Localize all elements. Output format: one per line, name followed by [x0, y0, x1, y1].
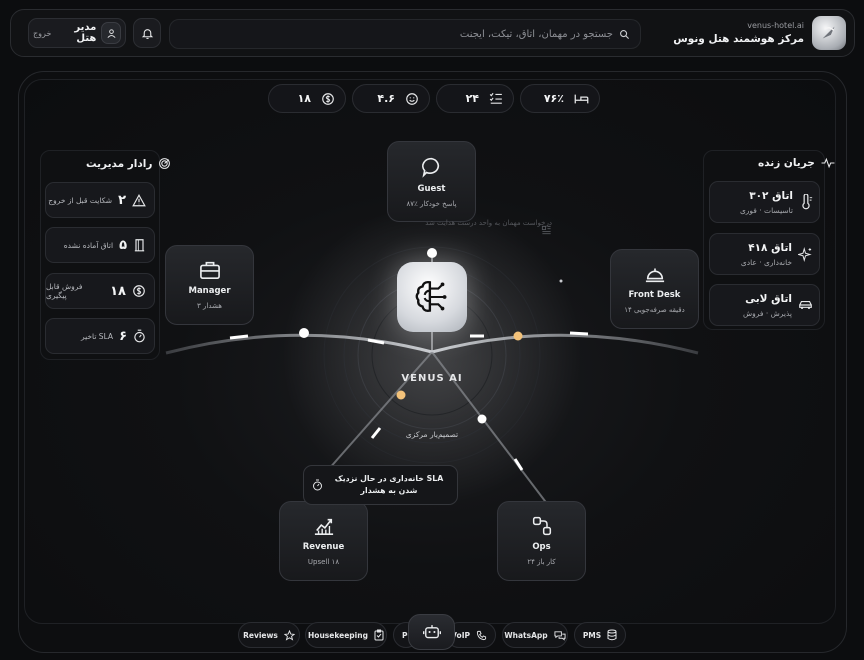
radar-item-complaints[interactable]: شکایت قبل از خروج ۲	[45, 182, 155, 218]
node-sub: ۳ هشدار	[197, 302, 222, 310]
live-item-title: اتاق ۳۰۲	[749, 189, 793, 202]
timer-icon	[312, 479, 323, 491]
stat-value: ۷۶٪	[543, 92, 564, 105]
stat-value: ۴.۶	[377, 92, 395, 105]
radar-item-sales[interactable]: فروش قابل پیگیری ۱۸	[45, 273, 155, 309]
dollar-icon	[132, 284, 146, 298]
node-revenue[interactable]: Revenue Upsell ۱۸	[279, 501, 368, 581]
stat-value: ۲۴	[465, 92, 479, 105]
timer-icon	[133, 329, 146, 343]
thermometer-icon	[799, 194, 813, 210]
radar-item-count: ۲	[118, 192, 126, 208]
clipboard-icon	[374, 629, 384, 641]
node-sub: ۸۷٪ پاسخ خودکار	[406, 199, 457, 208]
live-item-418[interactable]: اتاق ۴۱۸ خانه‌داری · عادی	[709, 233, 820, 275]
car-icon	[798, 299, 813, 311]
radar-item-label: شکایت قبل از خروج	[48, 195, 113, 205]
dock-label: Reviews	[243, 630, 278, 640]
stat-sales[interactable]: ۱۸	[268, 84, 346, 113]
dock-whatsapp[interactable]: WhatsApp	[502, 622, 568, 648]
node-name: Front Desk	[628, 290, 681, 300]
brain-circuit-icon	[411, 276, 453, 318]
radar-icon	[158, 157, 171, 170]
phone-icon	[476, 630, 487, 641]
live-item-lobby[interactable]: اتاق لابی پذیرش · فروش	[709, 284, 820, 326]
node-front-desk[interactable]: Front Desk ۱۴ دقیقه صرفه‌جویی	[610, 249, 699, 329]
smile-icon	[405, 92, 419, 106]
radar-item-count: ۱۸	[110, 283, 126, 299]
sla-alert[interactable]: SLA خانه‌داری در حال نزدیک شدن به هشدار	[303, 465, 458, 505]
node-name: Manager	[188, 286, 231, 296]
stat-satisfaction[interactable]: ۴.۶	[352, 84, 430, 113]
checklist-icon	[489, 92, 503, 105]
bed-icon	[574, 93, 589, 105]
live-item-sub: خانه‌داری · عادی	[740, 257, 792, 267]
dock-reviews[interactable]: Reviews	[238, 622, 300, 648]
dollar-icon	[321, 92, 335, 106]
radar-item-label: اتاق آماده نشده	[63, 240, 114, 250]
sparkle-icon	[798, 246, 813, 262]
live-item-title: اتاق ۴۱۸	[748, 241, 792, 254]
chart-up-icon	[313, 516, 335, 536]
node-name: Ops	[532, 542, 551, 552]
radar-item-rooms[interactable]: اتاق آماده نشده ۵	[45, 227, 155, 263]
door-icon	[133, 238, 146, 252]
stat-value: ۱۸	[297, 92, 311, 105]
workflow-icon	[532, 516, 552, 536]
live-title: جریان زنده	[758, 157, 815, 169]
robot-icon	[422, 624, 441, 640]
service-bell-icon	[644, 264, 666, 284]
node-sub: ۱۴ دقیقه صرفه‌جویی	[624, 306, 685, 314]
ghost-event-text: درخواست مهمان به واحد درست هدایت شد	[425, 219, 552, 227]
radar-item-label: تاخیر SLA	[81, 331, 114, 341]
chat-bubble-icon	[421, 156, 443, 178]
pulse-icon	[821, 157, 835, 169]
node-name: Guest	[417, 183, 446, 194]
alert-text: SLA خانه‌داری در حال نزدیک شدن به هشدار	[334, 474, 444, 495]
node-name: Revenue	[302, 542, 345, 552]
dock-housekeeping[interactable]: Housekeeping	[305, 622, 387, 648]
dock-bot-button[interactable]	[408, 614, 455, 650]
radar-title: رادار مدیریت	[86, 157, 153, 170]
radar-item-sla[interactable]: تاخیر SLA ۶	[45, 318, 155, 354]
chat-icon	[554, 630, 566, 641]
stat-occupancy[interactable]: ۷۶٪	[520, 84, 600, 113]
core-subtitle: تصمیم‌یار مرکزی	[405, 430, 459, 439]
live-item-sub: تاسیسات · فوری	[739, 205, 793, 215]
live-item-sub: پذیرش · فروش	[742, 308, 792, 318]
radar-item-label: فروش قابل پیگیری	[46, 282, 83, 300]
venus-ai-core[interactable]	[397, 262, 467, 332]
live-header: جریان زنده	[758, 157, 835, 169]
star-icon	[283, 629, 295, 641]
node-guest[interactable]: Guest ۸۷٪ پاسخ خودکار	[387, 141, 476, 222]
radar-header: رادار مدیریت	[86, 157, 171, 170]
dock-pms[interactable]: PMS	[574, 622, 626, 648]
dock-label: WhatsApp	[504, 630, 548, 640]
live-item-title: اتاق لابی	[745, 292, 792, 305]
database-icon	[607, 629, 617, 641]
warning-icon	[132, 193, 146, 207]
node-ops[interactable]: Ops ۲۴ کار باز	[497, 501, 586, 581]
radar-item-count: ۶	[119, 328, 127, 344]
stat-tasks[interactable]: ۲۴	[436, 84, 514, 113]
briefcase-icon	[199, 260, 221, 280]
node-sub: Upsell ۱۸	[307, 558, 340, 566]
radar-item-count: ۵	[119, 237, 127, 253]
ghost-event-icon	[541, 225, 552, 236]
core-title: VENUS AI	[401, 373, 463, 384]
node-manager[interactable]: Manager ۳ هشدار	[165, 245, 254, 325]
dock-label: PMS	[582, 630, 602, 640]
live-item-302[interactable]: اتاق ۳۰۲ تاسیسات · فوری	[709, 181, 820, 223]
node-sub: ۲۴ کار باز	[527, 558, 556, 566]
dock-label: Housekeeping	[308, 630, 368, 640]
